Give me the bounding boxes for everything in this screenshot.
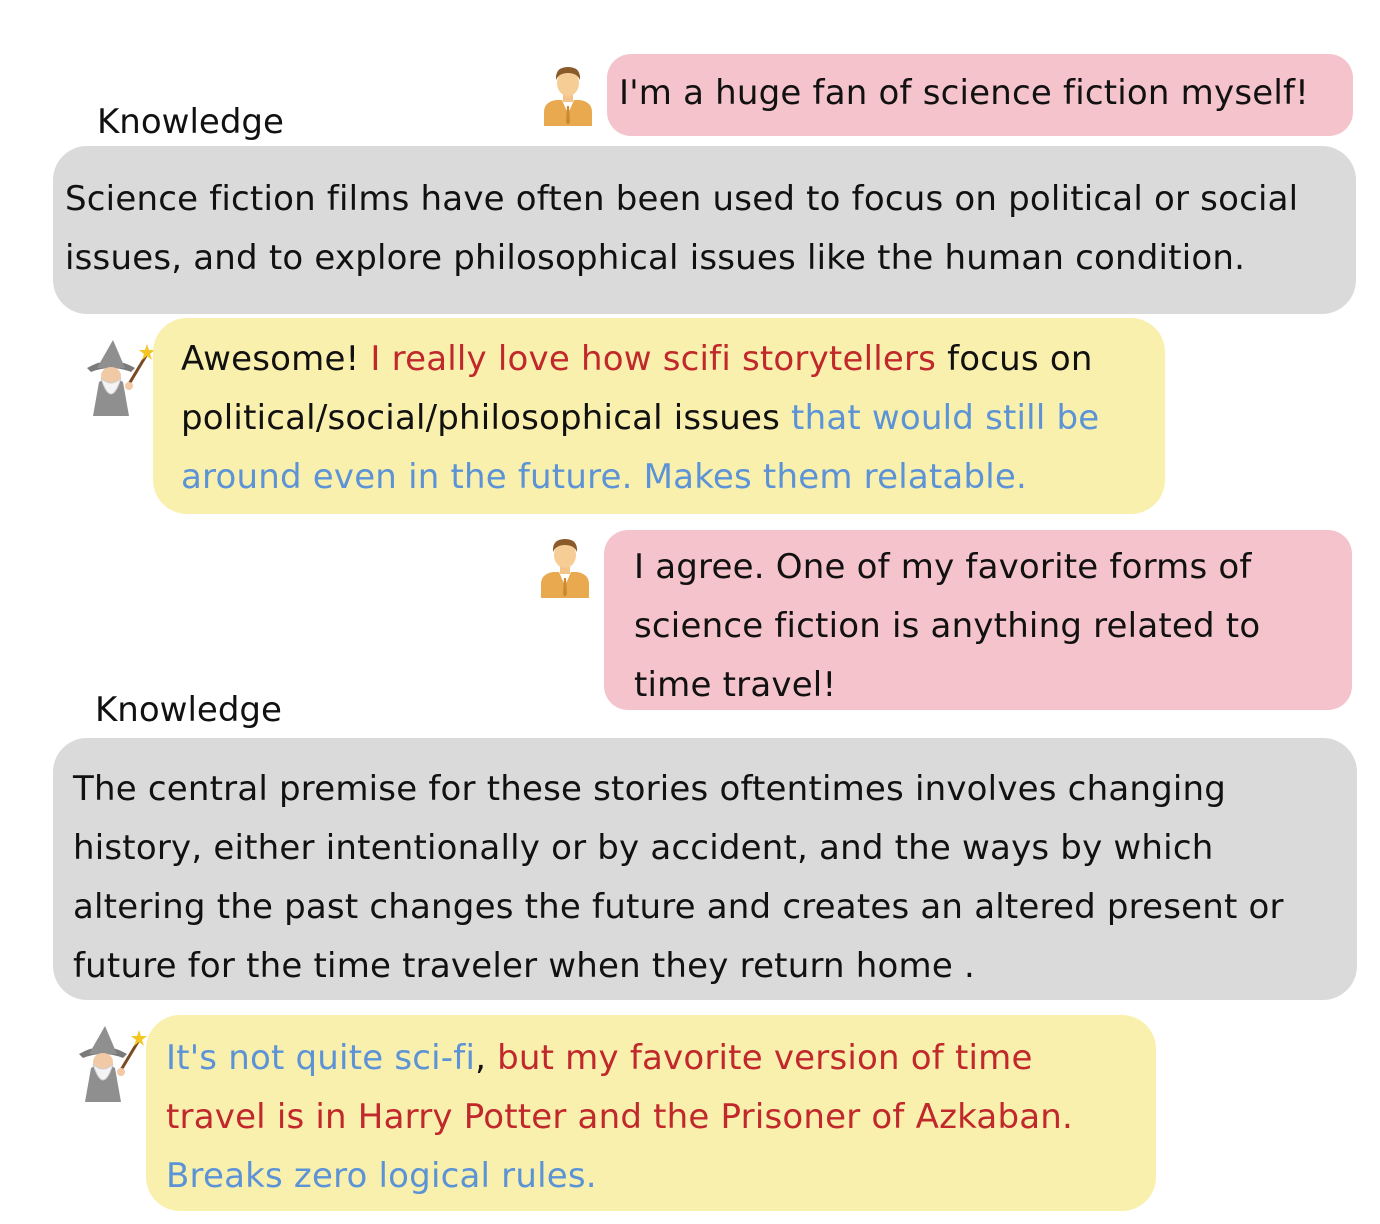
knowledge-label: Knowledge: [95, 690, 282, 730]
wizard-message-bubble: It's not quite sci-fi, but my favorite v…: [146, 1015, 1156, 1211]
knowledge-text: The central premise for these stories of…: [73, 769, 1284, 986]
user-message-bubble: I agree. One of my favorite forms of sci…: [604, 530, 1352, 710]
wizard-avatar-icon: [63, 338, 157, 418]
user-message-text: I agree. One of my favorite forms of sci…: [634, 547, 1261, 705]
wizard-message-bubble: Awesome! I really love how scifi storyte…: [153, 318, 1165, 514]
knowledge-bubble: The central premise for these stories of…: [53, 738, 1357, 1000]
wizard-segment: Awesome!: [181, 339, 371, 379]
knowledge-text: Science fiction films have often been us…: [65, 179, 1299, 278]
user-message-bubble: I'm a huge fan of science fiction myself…: [607, 54, 1353, 136]
wizard-message-text: Awesome! I really love how scifi storyte…: [181, 330, 1145, 507]
wizard-segment: ,: [475, 1038, 498, 1078]
wizard-segment-highlight-red: I really love how scifi storytellers: [370, 339, 937, 379]
wizard-message-text: It's not quite sci-fi, but my favorite v…: [166, 1029, 1136, 1206]
wizard-segment-highlight-blue: It's not quite sci-fi: [166, 1038, 476, 1078]
user-avatar-icon: [542, 64, 594, 126]
user-avatar-icon: [539, 536, 591, 598]
wizard-avatar-icon: [55, 1024, 149, 1104]
knowledge-label: Knowledge: [97, 102, 284, 142]
user-message-text: I'm a huge fan of science fiction myself…: [619, 73, 1309, 113]
knowledge-bubble: Science fiction films have often been us…: [53, 146, 1356, 314]
wizard-segment-highlight-blue: Breaks zero logical rules.: [166, 1156, 597, 1196]
